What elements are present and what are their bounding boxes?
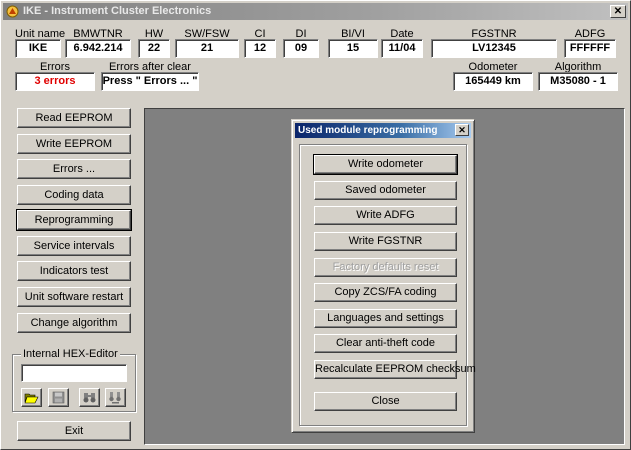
save-file-button[interactable]	[48, 388, 69, 407]
write-eeprom-button[interactable]: Write EEPROM	[17, 134, 131, 154]
sw-fsw-field: 21	[175, 39, 239, 58]
find-binoculars-icon	[83, 393, 96, 403]
unit-software-restart-button[interactable]: Unit software restart	[17, 287, 131, 307]
find-replace-button[interactable]	[105, 388, 126, 407]
fgstnr-field: LV12345	[431, 39, 557, 58]
indicators-test-button[interactable]: Indicators test	[17, 261, 131, 281]
window-close-button[interactable]: ✕	[610, 5, 626, 18]
bi-vi-field: 15	[328, 39, 378, 58]
factory-defaults-reset-button: Factory defaults reset	[314, 258, 457, 277]
find-replace-icon	[109, 392, 121, 404]
hex-address-input[interactable]	[21, 364, 127, 382]
open-file-button[interactable]	[21, 388, 42, 407]
reprogramming-dialog: Used module reprogramming ✕ Write odomet…	[291, 119, 476, 433]
window-title: IKE - Instrument Cluster Electronics	[23, 5, 212, 17]
app-icon	[6, 5, 19, 18]
errors-field: 3 errors	[15, 72, 95, 91]
hex-editor-legend: Internal HEX-Editor	[21, 348, 120, 360]
coding-data-button[interactable]: Coding data	[17, 185, 131, 205]
dialog-title: Used module reprogramming	[298, 125, 438, 136]
errors-button[interactable]: Errors ...	[17, 159, 131, 179]
write-adfg-button[interactable]: Write ADFG	[314, 206, 457, 225]
find-button[interactable]	[79, 388, 100, 407]
main-titlebar[interactable]: IKE - Instrument Cluster Electronics ✕	[3, 3, 628, 20]
open-folder-icon	[24, 393, 39, 404]
dialog-close-icon[interactable]: ✕	[455, 124, 469, 136]
algorithm-field: M35080 - 1	[538, 72, 618, 91]
exit-button[interactable]: Exit	[17, 421, 131, 441]
dialog-button-panel: Write odometer Saved odometer Write ADFG…	[299, 144, 476, 426]
main-window: IKE - Instrument Cluster Electronics ✕ U…	[0, 0, 631, 450]
clear-anti-theft-code-button[interactable]: Clear anti-theft code	[314, 334, 457, 353]
ci-field: 12	[244, 39, 276, 58]
reprogramming-button[interactable]: Reprogramming	[16, 209, 132, 231]
write-odometer-button[interactable]: Write odometer	[313, 154, 458, 175]
recalculate-checksum-button[interactable]: Recalculate EEPROM checksum	[314, 360, 476, 379]
bmwtnr-field: 6.942.214	[65, 39, 131, 58]
adfg-field: FFFFFF	[564, 39, 616, 58]
copy-zcs-fa-coding-button[interactable]: Copy ZCS/FA coding	[314, 283, 457, 302]
languages-settings-button[interactable]: Languages and settings	[314, 309, 457, 328]
dialog-titlebar[interactable]: Used module reprogramming ✕	[295, 123, 471, 138]
date-field: 11/04	[381, 39, 423, 58]
read-eeprom-button[interactable]: Read EEPROM	[17, 108, 131, 128]
unit-name-field: IKE	[15, 39, 61, 58]
dialog-close-button[interactable]: Close	[314, 392, 457, 411]
change-algorithm-button[interactable]: Change algorithm	[17, 313, 131, 333]
hex-editor-group: Internal HEX-Editor	[12, 348, 136, 412]
odometer-field: 165449 km	[453, 72, 533, 91]
save-disk-icon	[52, 391, 65, 404]
errors-after-clear-field: Press " Errors ... "	[101, 72, 199, 91]
service-intervals-button[interactable]: Service intervals	[17, 236, 131, 256]
hw-field: 22	[138, 39, 170, 58]
di-field: 09	[283, 39, 319, 58]
write-fgstnr-button[interactable]: Write FGSTNR	[314, 232, 457, 251]
saved-odometer-button[interactable]: Saved odometer	[314, 181, 457, 200]
